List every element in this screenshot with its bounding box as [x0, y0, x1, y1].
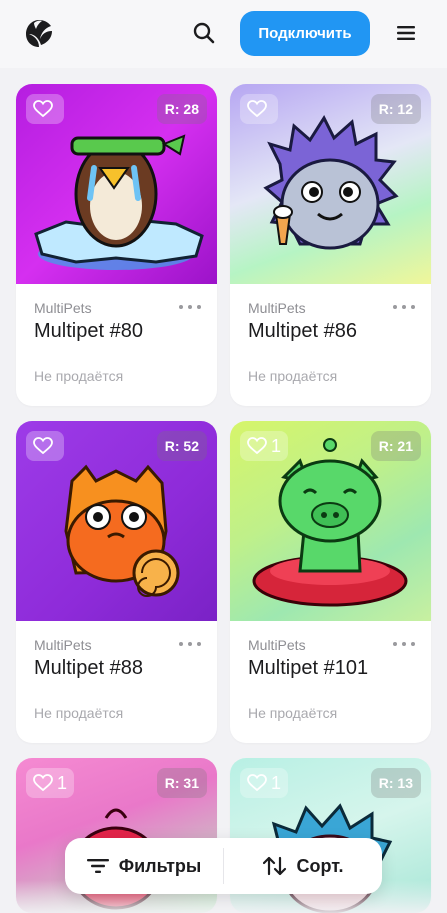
- nft-card[interactable]: 1 R: 21 MultiPets Multipet #101 Не прода…: [230, 421, 431, 743]
- nft-card[interactable]: R: 28 MultiPets Multipet #80 Не продаётс…: [16, 84, 217, 406]
- rarity-badge: R: 13: [370, 768, 421, 798]
- like-button[interactable]: 1: [240, 431, 289, 461]
- sale-status: Не продаётся: [34, 368, 124, 384]
- heart-icon: [247, 774, 267, 792]
- collection-name: MultiPets: [34, 300, 92, 316]
- search-icon: [193, 22, 215, 44]
- heart-icon: [33, 774, 53, 792]
- sort-label: Сорт.: [296, 855, 344, 876]
- more-options-icon[interactable]: [393, 300, 415, 314]
- heart-icon: [33, 100, 53, 118]
- nft-image: R: 28: [16, 84, 217, 284]
- more-options-icon[interactable]: [393, 637, 415, 651]
- nft-title: Multipet #80: [34, 320, 143, 342]
- sale-status: Не продаётся: [248, 368, 338, 384]
- nft-title: Multipet #86: [248, 320, 357, 342]
- nft-title: Multipet #88: [34, 657, 143, 679]
- rarity-badge: R: 12: [370, 94, 421, 124]
- collection-name: MultiPets: [248, 300, 306, 316]
- top-header: Подключить: [0, 0, 447, 68]
- hamburger-menu-icon: [397, 26, 415, 40]
- connect-button[interactable]: Подключить: [240, 11, 370, 56]
- rarity-badge: R: 28: [156, 94, 207, 124]
- rarity-badge: R: 21: [370, 431, 421, 461]
- logo-icon[interactable]: [20, 14, 58, 52]
- like-count: 1: [57, 772, 68, 793]
- heart-icon: [247, 437, 267, 455]
- filters-label: Фильтры: [118, 855, 202, 876]
- sale-status: Не продаётся: [34, 705, 124, 721]
- like-count: 1: [271, 435, 282, 456]
- like-button[interactable]: [26, 431, 64, 461]
- like-button[interactable]: 1: [240, 768, 289, 798]
- nft-image: R: 52: [16, 421, 217, 621]
- collection-name: MultiPets: [248, 637, 306, 653]
- filter-lines-icon: [86, 859, 109, 873]
- nft-image: 1 R: 21: [230, 421, 431, 621]
- rarity-badge: R: 31: [156, 768, 207, 798]
- like-button[interactable]: [240, 94, 278, 124]
- bottom-action-bar: Фильтры Сорт.: [65, 838, 382, 894]
- like-button[interactable]: [26, 94, 64, 124]
- nft-card[interactable]: R: 12 MultiPets Multipet #86 Не продаётс…: [230, 84, 431, 406]
- collection-name: MultiPets: [34, 637, 92, 653]
- menu-button[interactable]: [392, 19, 420, 47]
- like-button[interactable]: 1: [26, 768, 75, 798]
- sort-arrows-icon: [262, 856, 286, 876]
- more-options-icon[interactable]: [179, 637, 201, 651]
- more-options-icon[interactable]: [179, 300, 201, 314]
- heart-icon: [247, 100, 267, 118]
- search-button[interactable]: [190, 19, 218, 47]
- nft-image: R: 12: [230, 84, 431, 284]
- sale-status: Не продаётся: [248, 705, 338, 721]
- nft-card[interactable]: R: 52 MultiPets Multipet #88 Не продаётс…: [16, 421, 217, 743]
- nft-title: Multipet #101: [248, 657, 369, 679]
- filters-button[interactable]: Фильтры: [65, 838, 223, 894]
- rarity-badge: R: 52: [156, 431, 207, 461]
- heart-icon: [33, 437, 53, 455]
- sort-button[interactable]: Сорт.: [224, 838, 382, 894]
- like-count: 1: [271, 772, 282, 793]
